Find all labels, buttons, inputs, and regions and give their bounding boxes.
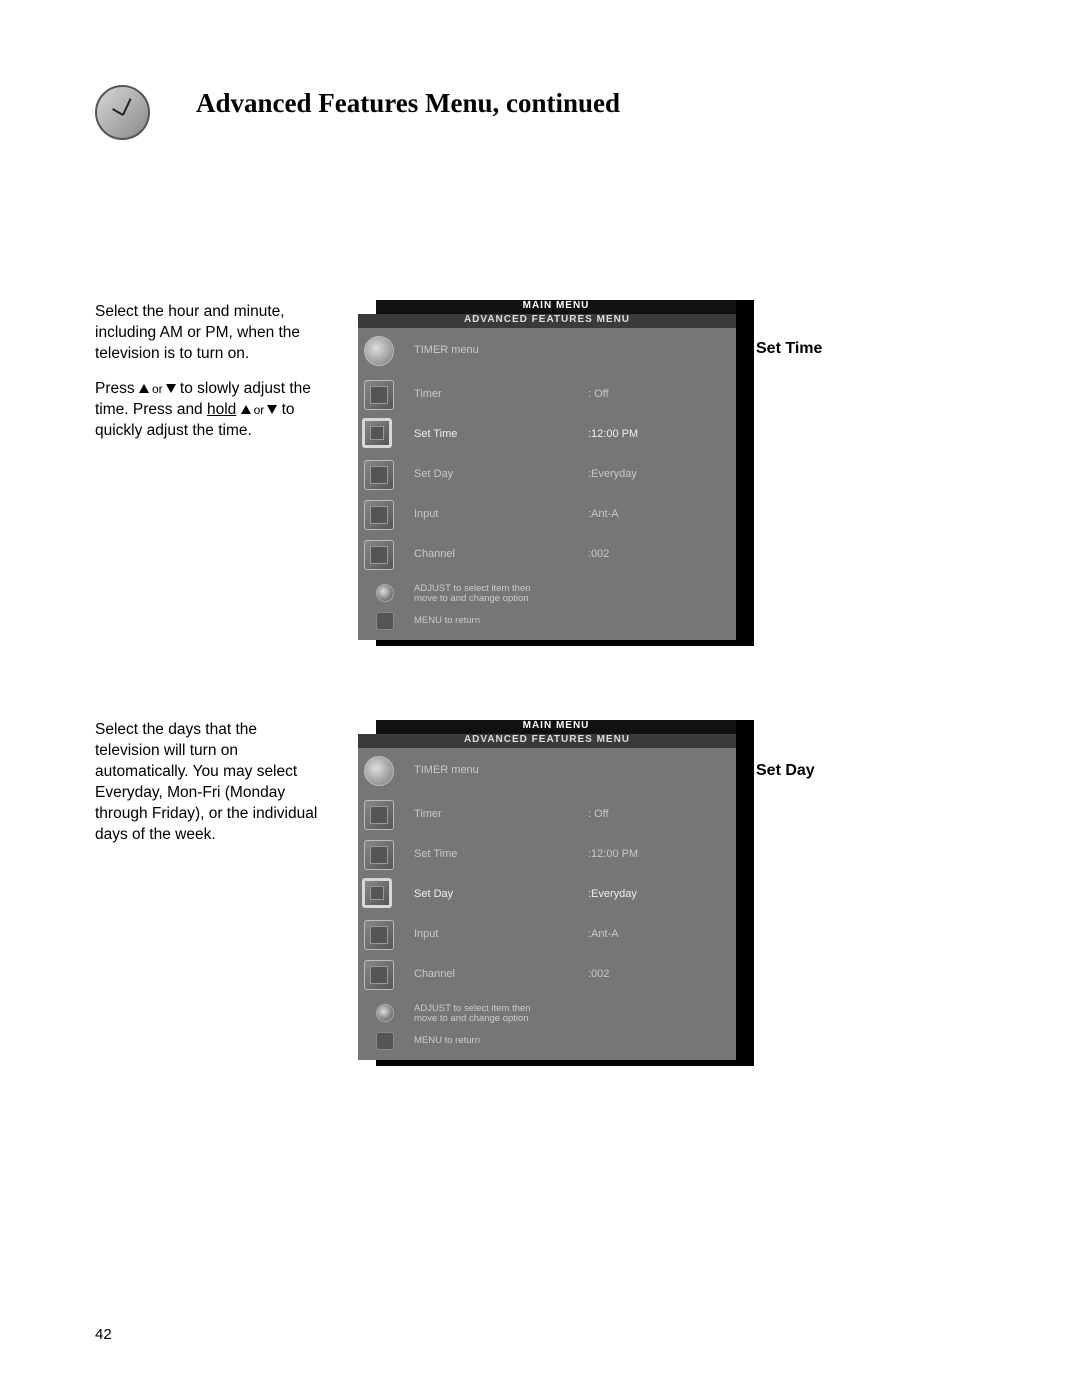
tv-row-input[interactable]: Input :Ant-A	[358, 916, 736, 956]
screen-icon	[364, 840, 394, 870]
screen-icon	[362, 418, 392, 448]
row-value: :12:00 PM	[588, 848, 638, 860]
footer-text-1: ADJUST to select item then move to and c…	[414, 1004, 531, 1024]
adjust-icon	[376, 1004, 394, 1022]
tv-row-timer[interactable]: Timer : Off	[358, 376, 736, 416]
row-label: Set Time	[414, 428, 457, 440]
txt: Press	[95, 380, 139, 397]
txt: move to and change option	[414, 593, 529, 604]
tv-row-channel[interactable]: Channel :002	[358, 536, 736, 576]
down-arrow-icon	[166, 384, 176, 393]
or-text: or	[254, 403, 265, 417]
hold-text: hold	[207, 401, 236, 418]
screen-icon	[364, 500, 394, 530]
row-label: Set Day	[414, 888, 453, 900]
screen-icon	[364, 800, 394, 830]
footer-text-2: MENU to return	[414, 616, 480, 626]
tv-footer: ADJUST to select item then move to and c…	[358, 580, 736, 640]
tv-sub-menu-bar: ADVANCED FEATURES MENU	[358, 314, 736, 328]
tv-header-label: TIMER menu	[414, 764, 479, 776]
menu-button-icon	[376, 1032, 394, 1050]
tv-sub-menu-bar: ADVANCED FEATURES MENU	[358, 734, 736, 748]
row-value: :002	[588, 968, 609, 980]
row-value: :Ant-A	[588, 928, 619, 940]
tv-header-label: TIMER menu	[414, 344, 479, 356]
up-arrow-icon	[139, 384, 149, 393]
row-label: Set Day	[414, 468, 453, 480]
screen-icon	[364, 460, 394, 490]
tv-row-set-day[interactable]: Set Day :Everyday	[358, 876, 736, 916]
side-label-set-time: Set Time	[756, 340, 822, 358]
up-arrow-icon	[241, 405, 251, 414]
row-label: Channel	[414, 548, 455, 560]
footer-text-2: MENU to return	[414, 1036, 480, 1046]
tv-screenshot-set-time: MAIN MENU ADVANCED FEATURES MENU TIMER m…	[358, 300, 754, 646]
adjust-icon	[376, 584, 394, 602]
clock-icon	[364, 756, 394, 786]
screen-icon	[362, 878, 392, 908]
row-value: :Everyday	[588, 888, 637, 900]
instruction-p2: Press or to slowly adjust the time. Pres…	[95, 379, 320, 442]
screen-icon	[364, 540, 394, 570]
row-label: Timer	[414, 388, 442, 400]
down-arrow-icon	[267, 405, 277, 414]
screen-icon	[364, 920, 394, 950]
instruction-text-set-time: Select the hour and minute, including AM…	[95, 302, 320, 442]
txt: move to and change option	[414, 1013, 529, 1024]
menu-button-icon	[376, 612, 394, 630]
tv-header-row: TIMER menu	[358, 752, 736, 792]
row-label: Input	[414, 928, 438, 940]
clock-icon	[95, 85, 150, 140]
page-title: Advanced Features Menu, continued	[196, 88, 620, 119]
instruction-p1: Select the days that the television will…	[95, 720, 320, 846]
tv-header-row: TIMER menu	[358, 332, 736, 372]
row-value: :002	[588, 548, 609, 560]
side-label-set-day: Set Day	[756, 762, 815, 780]
row-value: :Ant-A	[588, 508, 619, 520]
screen-icon	[364, 960, 394, 990]
tv-row-set-time[interactable]: Set Time :12:00 PM	[358, 836, 736, 876]
instruction-text-set-day: Select the days that the television will…	[95, 720, 320, 846]
row-label: Set Time	[414, 848, 457, 860]
tv-row-channel[interactable]: Channel :002	[358, 956, 736, 996]
tv-footer: ADJUST to select item then move to and c…	[358, 1000, 736, 1060]
tv-row-timer[interactable]: Timer : Off	[358, 796, 736, 836]
page-number: 42	[95, 1326, 112, 1343]
tv-row-set-day[interactable]: Set Day :Everyday	[358, 456, 736, 496]
tv-main-menu-bar: MAIN MENU	[376, 300, 736, 314]
row-label: Channel	[414, 968, 455, 980]
tv-main-menu-bar: MAIN MENU	[376, 720, 736, 734]
footer-text-1: ADJUST to select item then move to and c…	[414, 584, 531, 604]
row-value: : Off	[588, 808, 609, 820]
row-label: Timer	[414, 808, 442, 820]
or-text: or	[152, 382, 163, 396]
tv-screenshot-set-day: MAIN MENU ADVANCED FEATURES MENU TIMER m…	[358, 720, 754, 1066]
tv-row-set-time[interactable]: Set Time :12:00 PM	[358, 416, 736, 456]
tv-body: TIMER menu Timer : Off Set Time :12:00 P…	[358, 748, 736, 1060]
row-value: :12:00 PM	[588, 428, 638, 440]
screen-icon	[364, 380, 394, 410]
row-value: : Off	[588, 388, 609, 400]
tv-body: TIMER menu Timer : Off Set Time :12:00 P…	[358, 328, 736, 640]
row-label: Input	[414, 508, 438, 520]
clock-icon	[364, 336, 394, 366]
instruction-p1: Select the hour and minute, including AM…	[95, 302, 320, 365]
row-value: :Everyday	[588, 468, 637, 480]
tv-row-input[interactable]: Input :Ant-A	[358, 496, 736, 536]
